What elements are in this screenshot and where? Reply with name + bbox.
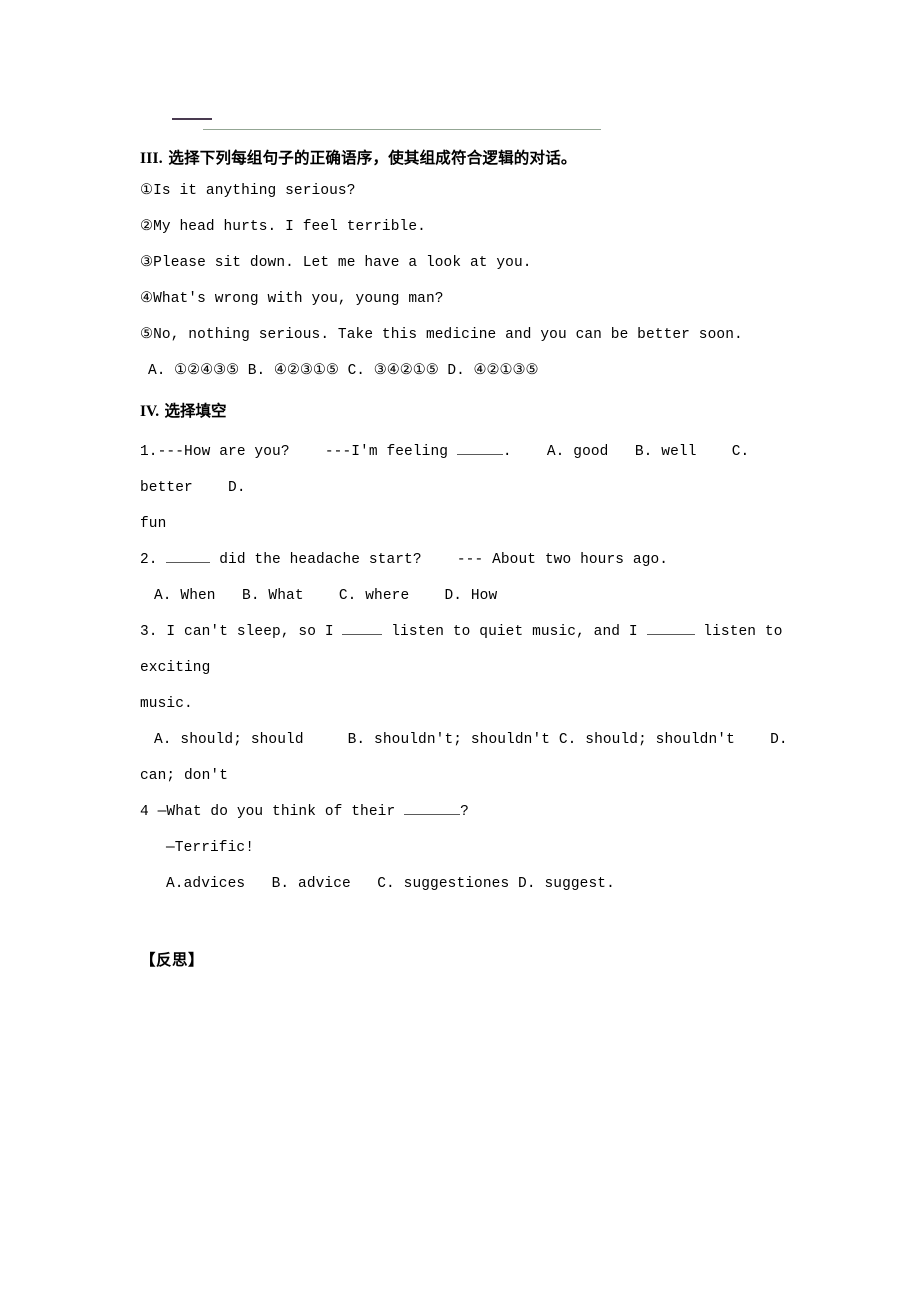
- question-2-blank[interactable]: [166, 562, 211, 563]
- section-iii-title: 选择下列每组句子的正确语序，使其组成符合逻辑的对话。: [168, 149, 577, 167]
- question-3-blank-1[interactable]: [342, 634, 383, 635]
- question-4-options[interactable]: A.advices B. advice C. suggestiones D. s…: [140, 866, 800, 902]
- question-4-reply: —Terrific!: [166, 840, 255, 856]
- section-iii-sentence-4: ④What's wrong with you, young man?: [140, 291, 444, 307]
- section-iii-answer-choices[interactable]: A. ①②④③⑤ B. ④②③①⑤ C. ③④②①⑤ D. ④②①③⑤: [140, 361, 800, 381]
- section-iii-sentence-3: ③Please sit down. Let me have a look at …: [140, 255, 532, 271]
- reflection-heading: 【反思】: [140, 951, 205, 969]
- section-iv-heading: IV. 选择填空: [140, 399, 800, 424]
- question-2-stem-a: [158, 552, 167, 568]
- question-3-continuation: music.: [140, 696, 193, 712]
- section-iv-title: 选择填空: [164, 402, 227, 420]
- question-4-stem-a: —What do you think of their: [148, 804, 405, 820]
- question-3-stem-b: listen to quiet music, and I: [382, 624, 647, 640]
- question-2-number: 2.: [140, 552, 158, 568]
- question-3-options-line-2[interactable]: can; don't: [140, 758, 800, 794]
- question-3-blank-2[interactable]: [646, 634, 695, 635]
- section-iii-sentence-2: ②My head hurts. I feel terrible.: [140, 219, 426, 235]
- dash-mark: [172, 118, 212, 120]
- document-content: III. 选择下列每组句子的正确语序，使其组成符合逻辑的对话。 ①Is it a…: [140, 146, 800, 992]
- section-iii-sentence-1: ①Is it anything serious?: [140, 183, 356, 199]
- section-iv-roman: IV.: [140, 403, 160, 420]
- question-2-options[interactable]: A. When B. What C. where D. How: [140, 578, 800, 614]
- question-2-stem-b: did the headache start? --- About two ho…: [210, 552, 669, 568]
- top-rule-row: [140, 110, 780, 140]
- question-3-stem-a: I can't sleep, so I: [157, 624, 343, 640]
- document-page: III. 选择下列每组句子的正确语序，使其组成符合逻辑的对话。 ①Is it a…: [0, 0, 920, 1302]
- question-2-line: 2. did the headache start? --- About two…: [140, 542, 800, 578]
- section-iii-sentence-5: ⑤No, nothing serious. Take this medicine…: [140, 327, 743, 343]
- horizontal-rule: [203, 129, 601, 130]
- question-1-number: 1.: [140, 444, 158, 460]
- question-3-options-line-1[interactable]: A. should; should B. shouldn't; shouldn'…: [140, 722, 800, 758]
- question-4-blank[interactable]: [404, 814, 461, 815]
- section-iii-roman: III.: [140, 150, 163, 167]
- question-4-number: 4: [140, 804, 149, 820]
- section-iii-heading: III. 选择下列每组句子的正确语序，使其组成符合逻辑的对话。: [140, 146, 800, 171]
- question-1-continuation: fun: [140, 516, 167, 532]
- question-1-blank[interactable]: [456, 454, 503, 455]
- question-1-line: 1.---How are you? ---I'm feeling . A. go…: [140, 434, 800, 506]
- question-4-line: 4 —What do you think of their ?: [140, 794, 800, 830]
- question-1-stem-a: ---How are you? ---I'm feeling: [157, 444, 457, 460]
- question-3-line: 3. I can't sleep, so I listen to quiet m…: [140, 614, 800, 686]
- question-4-stem-b: ?: [460, 804, 469, 820]
- question-3-number: 3.: [140, 624, 158, 640]
- bottom-spacer: [140, 902, 800, 992]
